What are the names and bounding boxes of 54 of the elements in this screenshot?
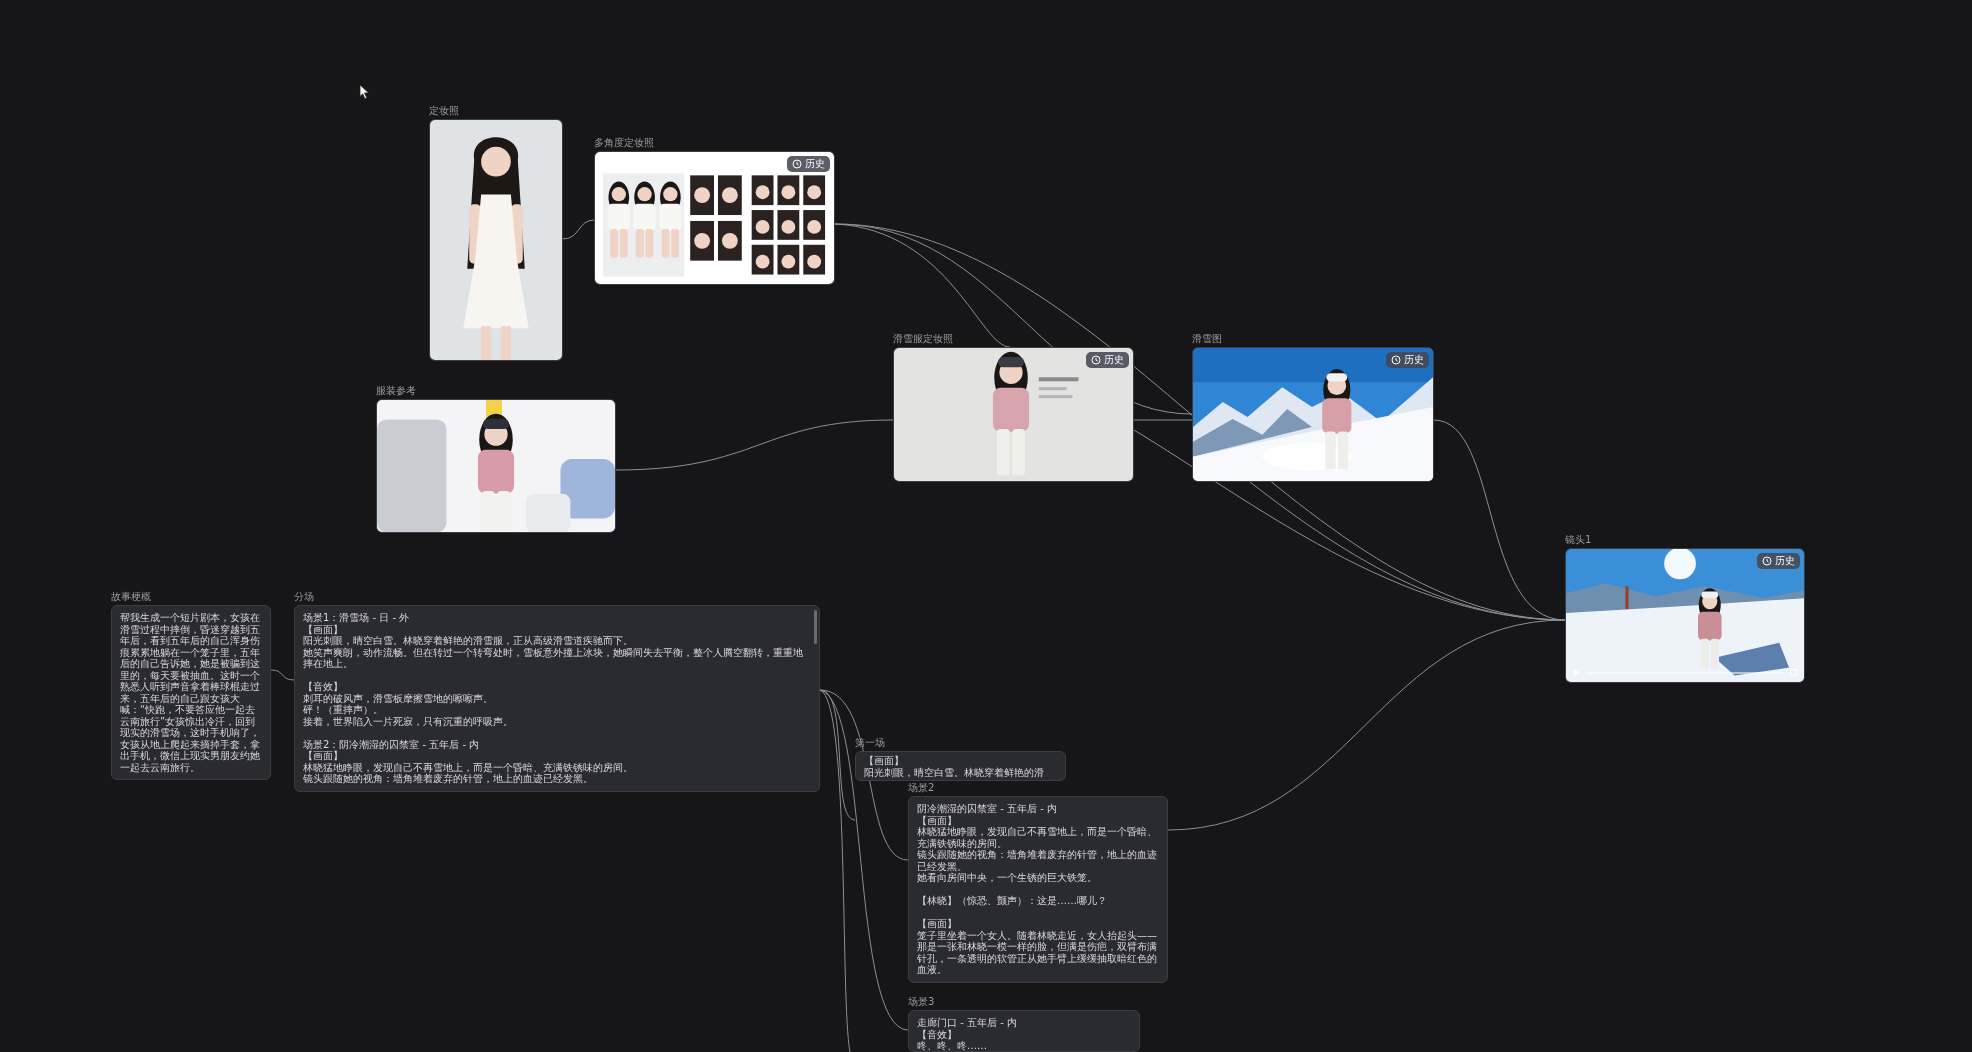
script-text: 林晓猛地睁眼，发现自己不再雪地上，而是一个昏暗、充满铁锈味的房间。 xyxy=(917,826,1157,849)
history-button[interactable]: 历史 xyxy=(1386,352,1429,368)
script-text: 场景1：滑雪场 - 日 - 外 xyxy=(303,612,410,624)
history-button[interactable]: 历史 xyxy=(1757,553,1800,569)
clock-icon xyxy=(1762,556,1772,566)
node-title: 镜头1 xyxy=(1565,534,1592,546)
text-card[interactable]: 走廊门口 - 五年后 - 内 【音效】 咚、咚、咚…… xyxy=(908,1010,1140,1052)
node-title: 滑雪图 xyxy=(1192,333,1222,345)
script-text: 场景2：阴冷潮湿的囚禁室 - 五年后 - 内 xyxy=(303,738,480,750)
script-text: 镜头跟随她的视角：墙角堆着废弃的针管，地上的血迹已经发黑。 xyxy=(917,849,1157,872)
text-card[interactable]: 【画面】 阳光刺眼，晴空白雪。林晓穿着鲜艳的滑 xyxy=(855,751,1066,781)
script-text: 【画面】 xyxy=(917,918,957,930)
script-text: 【林晓】（惊恐、颤声）：这是……哪儿？ xyxy=(917,895,1107,907)
node-title: 滑雪服定妆照 xyxy=(893,333,953,345)
node-title: 场景3 xyxy=(908,996,935,1008)
script-text: 阴冷潮湿的囚禁室 - 五年后 - 内 xyxy=(917,803,1057,815)
script-text: 镜头跟随她的视角：墙角堆着废弃的针管，地上的血迹已经发黑。 xyxy=(303,773,593,785)
text-card[interactable] xyxy=(908,796,1168,983)
script-text: 【音效】 xyxy=(303,681,343,693)
node-title: 第一场 xyxy=(855,737,885,749)
clock-icon xyxy=(1091,355,1101,365)
script-text: 阳光刺眼，晴空白雪。林晓穿着鲜艳的滑雪服，正从高级滑雪道疾驰而下。 xyxy=(303,635,633,647)
clock-icon xyxy=(792,159,802,169)
history-button[interactable]: 历史 xyxy=(787,156,830,172)
script-text: 笼子里坐着一个女人。随着林晓走近，女人抬起头——那是一张和林晓一模一样的脸，但满是伤疤，双臂布满针孔，一条透明的软管正从她手臂上缓缓抽取暗红色的血液。 xyxy=(917,929,1157,976)
script-text: 帮我生成一个短片剧本，女孩在滑雪过程中摔倒，昏迷穿越到五年后，看到五年后的自己浑身伤痕累累地躺在一个笼子里，五年后的自己告诉她，她是被骗到这里的，每天要被抽血。这时一个熟悉人听到声音拿着棒球棍走过来，五年后的自己跟女孩大喊：“快跑，不要答应他一起去云南旅行”女孩惊出冷汗，回到现实的滑雪场，这时手机响了，女孩从地上爬起来摘掉手套，拿出手机，微信上现实男朋友约她一起去云南旅行。 xyxy=(120,612,260,773)
text-card[interactable]: 帮我生成一个短片剧本，女孩在滑雪过程中摔倒，昏迷穿越到五年后，看到五年后的自己浑身伤痕累累地躺在一个笼子里，五年后的自己告诉她，她是被骗到这里的，每天要被抽血。这时一个熟悉人听到声音拿着棒球棍走过来，五年后的自己跟女孩大喊：“快跑，不要答应他一起去云南旅行”女孩惊出冷汗，回到现实的滑雪场，这时手机响了，女孩从地上爬起来摘掉手套，拿出手机，微信上现实男朋友约她一起去云南旅行。 xyxy=(111,605,271,780)
history-button[interactable]: 历史 xyxy=(1086,352,1129,368)
script-text: 她看向房间中央，一个生锈的巨大铁笼。 xyxy=(917,872,1097,884)
script-text: 【画面】 xyxy=(303,623,343,635)
connection-line xyxy=(562,219,595,240)
script-text: 阳光刺眼，晴空白雪。林晓穿着鲜艳的滑 xyxy=(864,766,1044,778)
script-text: 接着，世界陷入一片死寂，只有沉重的呼吸声。 xyxy=(303,715,513,727)
connection-line xyxy=(270,669,295,681)
node-title: 故事梗概 xyxy=(111,591,151,603)
cursor-icon xyxy=(359,84,370,100)
script-text: 咚、咚、咚…… xyxy=(917,1040,987,1051)
node-title: 定妆照 xyxy=(429,105,459,117)
script-text: 刺耳的破风声，滑雪板摩擦雪地的嚓嚓声。 xyxy=(303,692,493,704)
script-text: 砰！（重摔声）。 xyxy=(303,704,383,716)
node-title: 场景2 xyxy=(908,782,935,794)
script-text: 【画面】 xyxy=(303,750,343,762)
script-text: 走廊门口 - 五年后 - 内 xyxy=(917,1017,1017,1029)
clock-icon xyxy=(1391,355,1401,365)
node-title: 多角度定妆照 xyxy=(594,137,654,149)
scrollbar[interactable] xyxy=(814,610,817,644)
script-text: 【画面】 xyxy=(917,814,957,826)
node-title: 分场 xyxy=(294,591,314,603)
script-text: 【音效】 xyxy=(917,1028,957,1040)
script-text: 【画面】 xyxy=(864,755,904,767)
node-title: 服装参考 xyxy=(376,385,416,397)
script-text: 林晓猛地睁眼，发现自己不再雪地上，而是一个昏暗、充满铁锈味的房间。 xyxy=(303,761,633,773)
script-text: 她笑声爽朗，动作流畅。但在转过一个转弯处时，雪板意外撞上冰块，她瞬间失去平衡，整个人腾空翻转，重重地摔在地上。 xyxy=(303,646,804,670)
text-card[interactable] xyxy=(294,605,820,792)
